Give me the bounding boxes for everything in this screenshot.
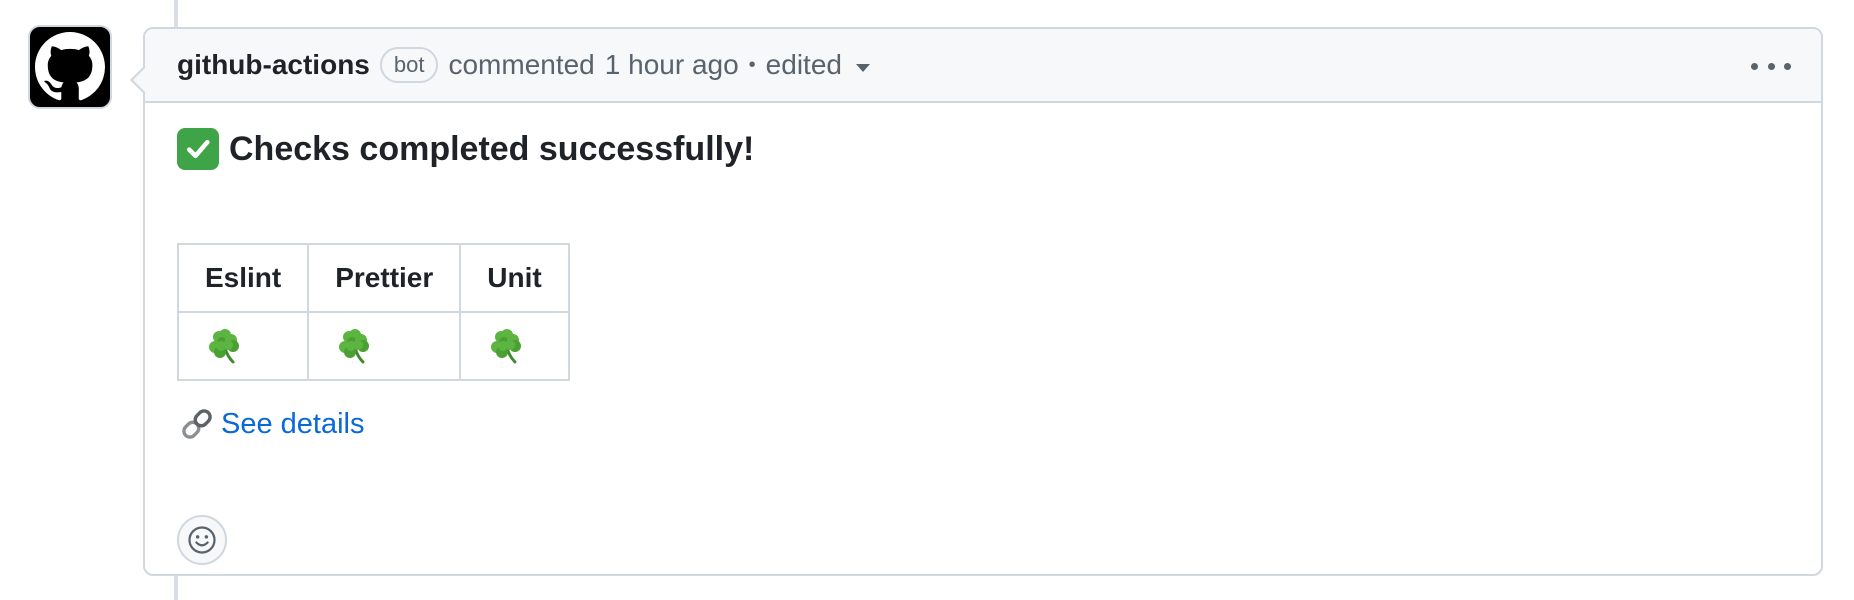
smiley-icon — [188, 526, 216, 554]
comment-card: github-actions bot commented 1 hour ago … — [130, 27, 1823, 576]
avatar[interactable] — [28, 25, 112, 109]
triangle-down-icon — [855, 64, 870, 72]
kebab-dot — [1751, 62, 1758, 70]
details-line: See details — [177, 404, 365, 444]
see-details-link[interactable]: See details — [221, 408, 365, 441]
comment-header: github-actions bot commented 1 hour ago … — [145, 29, 1821, 103]
unit-status-cell — [459, 311, 570, 381]
table-row — [176, 311, 570, 381]
comment-heading: Checks completed successfully! — [177, 121, 1789, 177]
comment-timestamp[interactable]: 1 hour ago — [605, 49, 739, 81]
meta-separator: • — [748, 53, 756, 76]
eslint-status-cell — [176, 311, 310, 381]
prettier-status-cell — [307, 311, 462, 381]
edited-history-button[interactable]: edited — [766, 49, 870, 81]
checks-table: Eslint Prettier Unit — [176, 243, 570, 381]
comment-body: Checks completed successfully! Eslint Pr… — [176, 113, 1789, 440]
github-octocat-icon — [35, 32, 105, 101]
bot-badge: bot — [379, 47, 439, 83]
column-header-unit: Unit — [459, 243, 570, 313]
shamrock-icon — [339, 329, 370, 364]
link-icon — [182, 409, 212, 439]
heading-text: Checks completed successfully! — [229, 129, 755, 168]
column-header-prettier: Prettier — [307, 243, 462, 313]
shamrock-icon — [491, 329, 522, 364]
comment-action: commented — [448, 49, 595, 80]
add-reaction-button[interactable] — [177, 515, 227, 565]
white-check-mark-icon — [177, 128, 219, 170]
timeline-stage: github-actions bot commented 1 hour ago … — [0, 0, 1854, 600]
kebab-dot — [1784, 62, 1791, 70]
author-link[interactable]: github-actions — [177, 49, 370, 81]
more-options-button[interactable] — [1751, 51, 1791, 81]
shamrock-icon — [209, 329, 239, 364]
table-header-row: Eslint Prettier Unit — [176, 243, 570, 313]
kebab-dot — [1767, 62, 1775, 70]
edited-label: edited — [765, 49, 842, 80]
column-header-eslint: Eslint — [176, 243, 310, 313]
